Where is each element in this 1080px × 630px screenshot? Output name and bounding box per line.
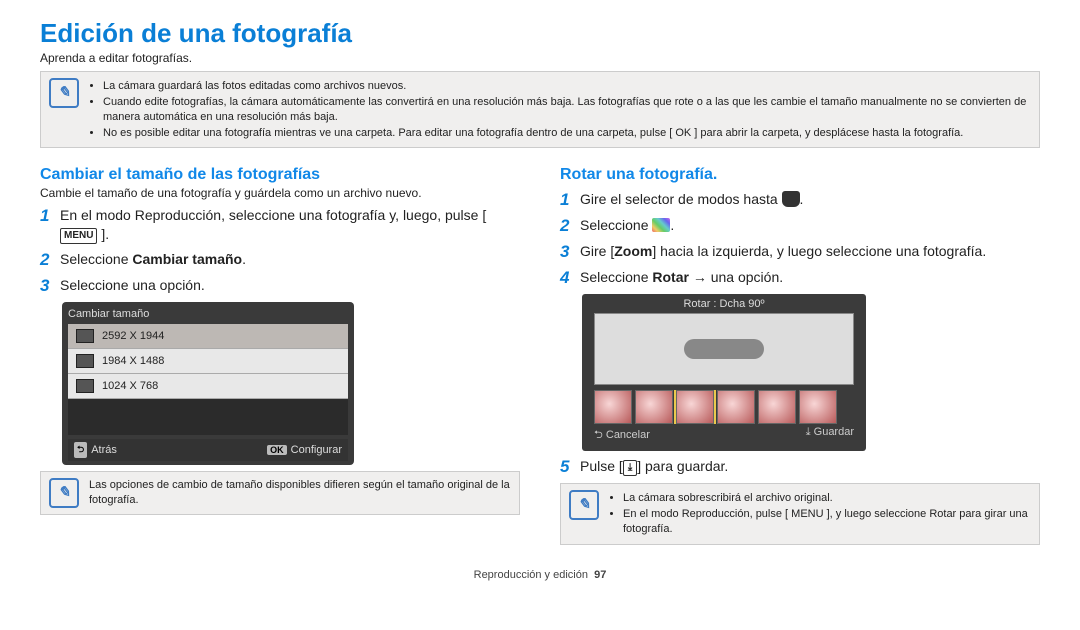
intro-text: Aprenda a editar fotografías. [40,51,1040,65]
rotate-note-box: ✎ La cámara sobrescribirá el archivo ori… [560,483,1040,545]
mode-dial-icon [782,191,800,207]
step-number: 3 [560,242,580,262]
thumb-icon [76,354,94,368]
note-item: La cámara guardará las fotos editadas co… [103,79,1031,94]
text: Seleccione [580,269,652,285]
thumbnail-strip [594,390,854,424]
down-button-icon: ⤓ [623,460,637,476]
text: Seleccione [60,251,132,267]
text: Gire [ [580,243,614,259]
text-bold: Zoom [614,243,652,259]
right-column: Rotar una fotografía. 1 Gire el selector… [560,162,1040,559]
top-note-box: ✎ La cámara guardará las fotos editadas … [40,71,1040,148]
resize-menu-screenshot: Cambiar tamaño 2592 X 1944 1984 X 1488 1… [62,302,354,465]
text: . [670,217,674,233]
step-body: Gire el selector de modos hasta . [580,190,1040,209]
rotate-title: Rotar : Dcha 90º [594,298,854,310]
step-number: 1 [40,206,60,226]
thumbnail[interactable] [799,390,837,424]
note-item: Cuando edite fotografías, la cámara auto… [103,95,1031,125]
step-number: 2 [560,216,580,236]
step-number: 1 [560,190,580,210]
resize-option[interactable]: 2592 X 1944 [68,324,348,349]
text-bold: Rotar [652,269,689,285]
rotate-menu-screenshot: Rotar : Dcha 90º ⮌ Cancelar ⤓ Guardar [582,294,866,451]
note-icon: ✎ [49,78,79,108]
ok-hint: OKConfigurar [267,442,342,458]
step-body: Seleccione Cambiar tamaño. [60,250,520,269]
rotate-heading: Rotar una fotografía. [560,166,1040,184]
resize-option[interactable]: 1984 X 1488 [68,349,348,374]
step-number: 2 [40,250,60,270]
option-label: 2592 X 1944 [102,330,164,342]
option-label: 1024 X 768 [102,380,158,392]
thumbnail[interactable] [717,390,755,424]
left-column: Cambiar el tamaño de las fotografías Cam… [40,162,520,559]
thumb-icon [76,329,94,343]
step-body: Seleccione Rotar → una opción. [580,268,1040,287]
step-body: Seleccione una opción. [60,276,520,295]
note-icon: ✎ [569,490,599,520]
page-title: Edición de una fotografía [40,18,1040,49]
footer-page-number: 97 [594,569,606,581]
text: En el modo Reproducción, seleccione una … [60,207,486,223]
text: ] para guardar. [637,458,728,474]
footer-section: Reproducción y edición [474,569,588,581]
step-body: Seleccione . [580,216,1040,235]
text: . [800,191,804,207]
step-body: Pulse [⤓] para guardar. [580,457,1040,476]
menu-title: Cambiar tamaño [68,308,348,320]
text: Gire el selector de modos hasta [580,191,782,207]
page-footer: Reproducción y edición 97 [40,569,1040,581]
text-bold: Cambiar tamaño [132,251,242,267]
thumbnail[interactable] [594,390,632,424]
text: Pulse [ [580,458,623,474]
back-hint: ⮌Atrás [74,442,117,458]
text: ] hacia la izquierda, y luego seleccione… [652,243,986,259]
preview-figure-icon [684,339,764,359]
palette-icon [652,218,670,232]
step-number: 5 [560,457,580,477]
thumb-icon [76,379,94,393]
text: ]. [101,226,109,242]
step-number: 4 [560,268,580,288]
step-body: En el modo Reproducción, seleccione una … [60,206,520,244]
note-icon: ✎ [49,478,79,508]
note-item: En el modo Reproducción, pulse [ MENU ],… [623,507,1031,537]
thumbnail[interactable] [635,390,673,424]
menu-button-icon: MENU [60,228,97,244]
text: → una opción. [689,269,783,285]
save-hint: ⤓ Guardar [806,426,854,445]
step-body: Gire [Zoom] hacia la izquierda, y luego … [580,242,1040,261]
thumbnail[interactable] [676,390,714,424]
text: . [242,251,246,267]
note-item: No es posible editar una fotografía mien… [103,126,1031,141]
rotate-preview [594,313,854,385]
step-number: 3 [40,276,60,296]
resize-note-box: ✎ Las opciones de cambio de tamaño dispo… [40,471,520,515]
thumbnail[interactable] [758,390,796,424]
note-item: La cámara sobrescribirá el archivo origi… [623,491,1031,506]
resize-option[interactable]: 1024 X 768 [68,374,348,399]
resize-sub: Cambie el tamaño de una fotografía y guá… [40,186,520,200]
cancel-hint: ⮌ Cancelar [594,426,650,445]
resize-heading: Cambiar el tamaño de las fotografías [40,166,520,184]
note-text: Las opciones de cambio de tamaño disponi… [89,478,511,508]
text: Seleccione [580,217,652,233]
option-label: 1984 X 1488 [102,355,164,367]
